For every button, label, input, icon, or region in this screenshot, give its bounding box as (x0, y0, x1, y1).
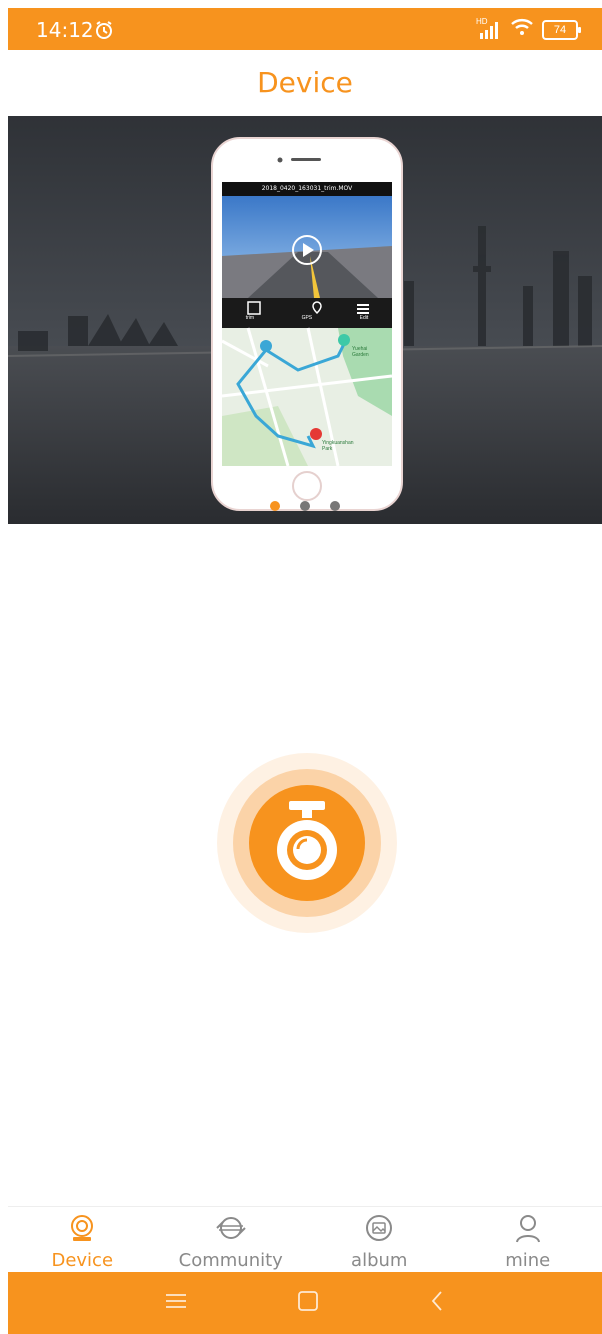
preview-filename: 2018_0420_163031_trim.MOV (261, 185, 353, 192)
banner-pagination (8, 501, 602, 511)
alarm-icon (94, 20, 114, 45)
community-icon (215, 1213, 247, 1248)
signal-icon: HD (476, 17, 502, 39)
tab-label: mine (505, 1250, 551, 1271)
pagination-dot[interactable] (300, 501, 310, 511)
system-nav-bar (8, 1272, 602, 1334)
preview-actions: trim GPS Edit (222, 315, 392, 321)
preview-action-trim: trim (245, 315, 255, 321)
tab-device[interactable]: Device (8, 1207, 157, 1273)
home-icon[interactable] (297, 1290, 319, 1317)
map-label-park: Yingkuanshan Park (322, 440, 354, 452)
status-bar: 14:12 HD 74 (8, 8, 602, 50)
preview-action-gps: GPS (301, 315, 313, 321)
tab-label: Community (178, 1250, 283, 1271)
menu-icon[interactable] (165, 1292, 187, 1315)
tab-label: Device (51, 1250, 114, 1271)
wifi-icon (510, 18, 534, 41)
pagination-dot[interactable] (330, 501, 340, 511)
album-icon (364, 1213, 394, 1248)
battery-icon: 74 (542, 19, 581, 40)
back-icon[interactable] (429, 1290, 445, 1317)
signal-label: HD (476, 16, 488, 26)
app-header: Device (8, 50, 602, 116)
tab-mine[interactable]: mine (454, 1207, 602, 1273)
map-label-garden: Yuehai Garden (352, 346, 369, 358)
pagination-dot[interactable] (270, 501, 280, 511)
page-title: Device (257, 66, 353, 99)
status-icons: HD 74 (476, 17, 581, 41)
bottom-tab-bar: Device Community album mine (8, 1206, 602, 1273)
tab-label: album (351, 1250, 408, 1271)
tab-community[interactable]: Community (157, 1207, 306, 1273)
preview-action-edit: Edit (359, 315, 369, 321)
preview-overlay: 2018_0420_163031_trim.MOV trim GPS Edit … (222, 182, 392, 466)
status-time: 14:12 (36, 18, 94, 42)
connect-device-button[interactable] (216, 752, 398, 934)
person-icon (514, 1213, 542, 1248)
camera-icon (68, 1213, 96, 1248)
tab-album[interactable]: album (305, 1207, 454, 1273)
promo-banner[interactable]: 2018_0420_163031_trim.MOV trim GPS Edit … (8, 116, 602, 524)
